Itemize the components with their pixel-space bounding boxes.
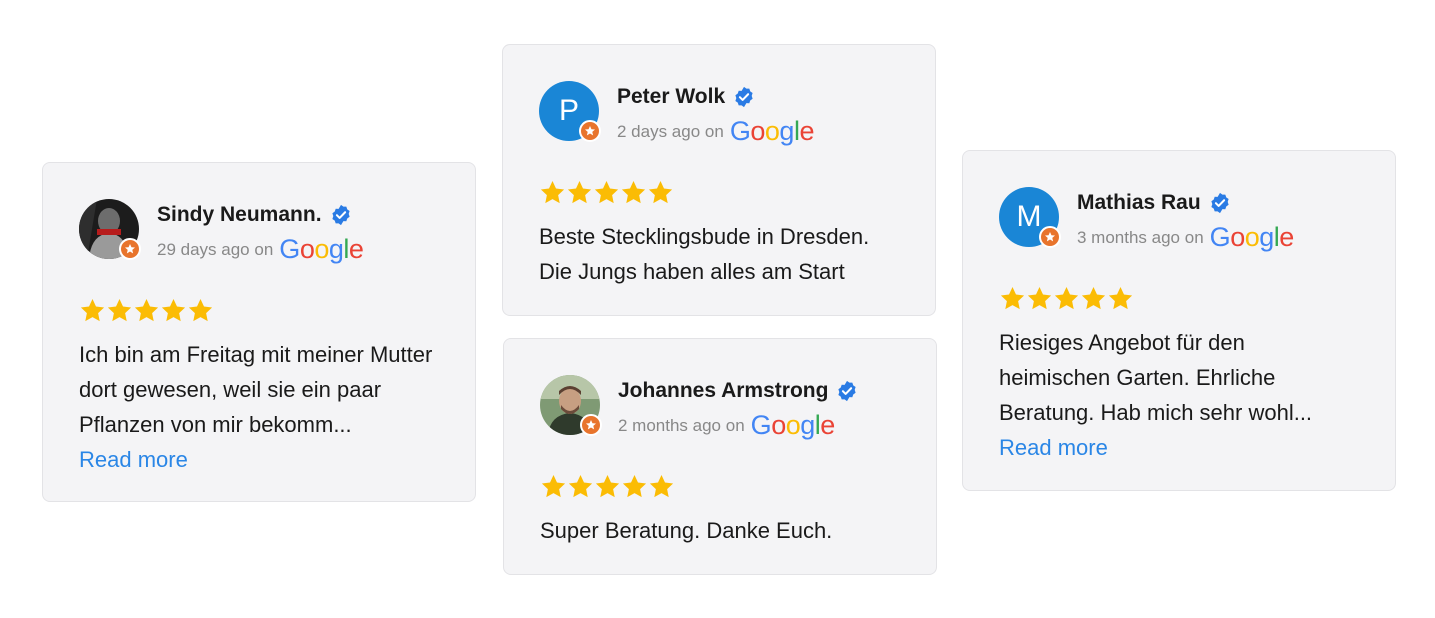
- star-icon: [106, 297, 133, 324]
- google-badge-icon: [580, 414, 602, 436]
- star-icon: [566, 179, 593, 206]
- review-card: P Peter Wolk 2 days ago on Google Beste …: [502, 44, 936, 316]
- review-text: Riesiges Angebot für den heimischen Gart…: [999, 330, 1313, 425]
- star-rating: [540, 473, 900, 501]
- star-icon: [593, 179, 620, 206]
- review-header: Sindy Neumann. 29 days ago on Google: [79, 199, 439, 263]
- star-icon: [187, 297, 214, 324]
- star-icon: [539, 179, 566, 206]
- review-text: Super Beratung. Danke Euch.: [540, 518, 833, 543]
- star-icon: [594, 473, 621, 500]
- avatar[interactable]: P: [539, 81, 601, 142]
- star-icon: [999, 285, 1026, 312]
- reviewer-name[interactable]: Johannes Armstrong: [618, 379, 828, 403]
- review-meta: Peter Wolk 2 days ago on Google: [617, 81, 814, 145]
- review-time: 29 days ago on: [157, 240, 274, 259]
- read-more-link[interactable]: Read more: [999, 430, 1108, 465]
- review-card: Sindy Neumann. 29 days ago on Google Ich…: [42, 162, 476, 502]
- star-rating: [999, 285, 1359, 313]
- star-icon: [621, 473, 648, 500]
- star-rating: [539, 179, 899, 207]
- google-logo: Google: [1209, 222, 1295, 252]
- read-more-link[interactable]: Read more: [79, 442, 188, 477]
- reviewer-name[interactable]: Mathias Rau: [1077, 191, 1201, 215]
- verified-icon: [836, 380, 858, 402]
- star-icon: [133, 297, 160, 324]
- review-meta: Sindy Neumann. 29 days ago on Google: [157, 199, 364, 264]
- review-text: Ich bin am Freitag mit meiner Mutter dor…: [79, 342, 433, 437]
- star-rating: [79, 297, 439, 325]
- review-time: 2 days ago on: [617, 122, 724, 141]
- review-text: Beste Stecklingsbude in Dresden. Die Jun…: [539, 224, 870, 284]
- reviewer-name[interactable]: Sindy Neumann.: [157, 203, 322, 227]
- review-meta: Johannes Armstrong 2 months ago on Googl…: [618, 375, 858, 439]
- verified-icon: [330, 204, 352, 226]
- star-icon: [647, 179, 674, 206]
- review-header: M Mathias Rau 3 months ago on Google: [999, 187, 1359, 251]
- google-logo: Google: [729, 116, 815, 146]
- verified-icon: [733, 86, 755, 108]
- review-header: Johannes Armstrong 2 months ago on Googl…: [540, 375, 900, 439]
- star-icon: [620, 179, 647, 206]
- star-icon: [1053, 285, 1080, 312]
- google-logo: Google: [750, 410, 836, 440]
- star-icon: [1026, 285, 1053, 312]
- review-card: Johannes Armstrong 2 months ago on Googl…: [503, 338, 937, 575]
- star-icon: [1107, 285, 1134, 312]
- avatar[interactable]: [540, 375, 602, 436]
- google-badge-icon: [1039, 226, 1061, 248]
- star-icon: [79, 297, 106, 324]
- review-header: P Peter Wolk 2 days ago on Google: [539, 81, 899, 145]
- verified-icon: [1209, 192, 1231, 214]
- review-meta: Mathias Rau 3 months ago on Google: [1077, 187, 1294, 251]
- review-time: 2 months ago on: [618, 416, 745, 435]
- star-icon: [160, 297, 187, 324]
- google-logo: Google: [279, 234, 364, 264]
- review-time: 3 months ago on: [1077, 228, 1204, 247]
- star-icon: [567, 473, 594, 500]
- google-badge-icon: [119, 238, 141, 260]
- reviewer-name[interactable]: Peter Wolk: [617, 85, 725, 109]
- star-icon: [648, 473, 675, 500]
- star-icon: [540, 473, 567, 500]
- star-icon: [1080, 285, 1107, 312]
- review-card: M Mathias Rau 3 months ago on Google Rie…: [962, 150, 1396, 491]
- google-badge-icon: [579, 120, 601, 142]
- avatar[interactable]: [79, 199, 141, 260]
- avatar[interactable]: M: [999, 187, 1061, 248]
